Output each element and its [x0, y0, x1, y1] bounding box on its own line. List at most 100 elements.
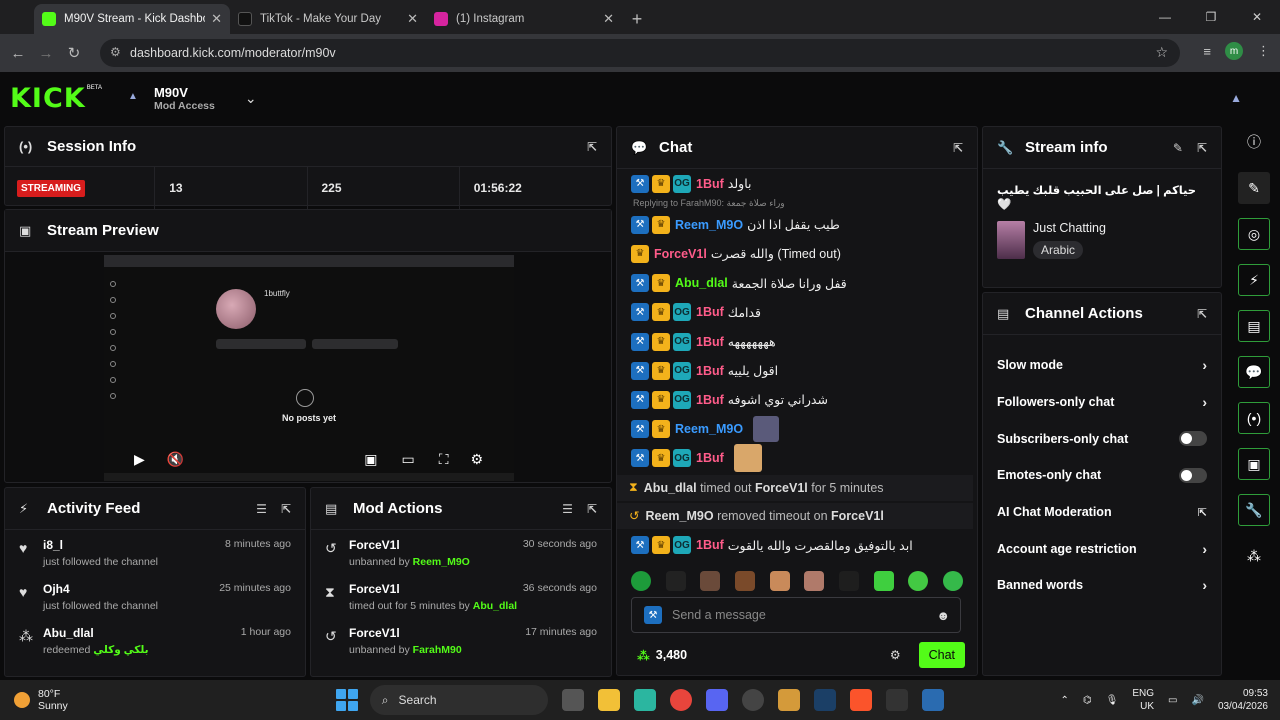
maximize-icon[interactable]: ❐ [1188, 0, 1234, 34]
language-indicator[interactable]: ENG UK [1132, 687, 1154, 713]
network-icon[interactable]: ⌬ [1083, 695, 1092, 706]
task-view-icon[interactable] [561, 689, 584, 711]
mic-icon[interactable]: 🎙 [1106, 695, 1119, 706]
tab-instagram[interactable]: (1) Instagram ✕ [426, 4, 622, 34]
emoji-icon[interactable]: ☻ [936, 608, 950, 623]
chat-username[interactable]: 1Buf [696, 451, 724, 465]
popout-icon[interactable]: ⇱ [1197, 307, 1207, 321]
filter-icon[interactable]: ☰ [256, 502, 267, 516]
chat-message[interactable]: ⚒ ♛ OG 1Buf شدراني توي اشوفه [617, 385, 973, 414]
chat-username[interactable]: 1Buf [696, 393, 724, 407]
chat-messages[interactable]: ⚒ ♛ OG 1Buf باولد Replying to FarahM90: ورا… [617, 169, 973, 557]
chat-username[interactable]: ForceV1l [654, 247, 707, 261]
emote-button[interactable] [700, 571, 721, 591]
chat-username[interactable]: 1Buf [696, 538, 724, 552]
channel-points[interactable]: ⁂ 3,480 [637, 648, 687, 663]
app-icon[interactable] [633, 689, 656, 711]
system-target[interactable]: ForceV1l [831, 509, 884, 523]
weather-widget[interactable]: 80°F Sunny [14, 688, 68, 712]
url-field[interactable]: ⚙ dashboard.kick.com/moderator/m90v ☆ [100, 39, 1180, 67]
system-actor[interactable]: Abu_dlal [644, 481, 697, 495]
popout-icon[interactable]: ⇱ [587, 502, 597, 516]
app-icon[interactable] [885, 689, 908, 711]
mod-by-user[interactable]: Abu_dlal [473, 600, 517, 612]
chat-bubble-icon[interactable]: 💬 [1238, 356, 1270, 388]
chat-username[interactable]: 1Buf [696, 177, 724, 191]
chat-message[interactable]: ⚒ ♛ OG 1Buf قدامك [617, 298, 973, 327]
emote-button[interactable] [804, 571, 825, 591]
chat-message[interactable]: ⚒ ♛ OG 1Buf ابد بالتوفيق ومالقصرت والله يال… [617, 531, 973, 557]
steam-icon[interactable] [813, 689, 836, 711]
new-tab-button[interactable]: + [622, 4, 652, 34]
back-icon[interactable]: ← [4, 45, 32, 62]
slow-mode-row[interactable]: Slow mode › [983, 347, 1221, 384]
chat-username[interactable]: Reem_M9O [675, 422, 743, 436]
activity-user[interactable]: Ojh4 [43, 582, 70, 596]
taskbar-search[interactable]: ⌕ Search [369, 685, 548, 715]
app-icon[interactable] [777, 689, 800, 711]
filter-icon[interactable]: ☰ [562, 502, 573, 516]
popout-icon[interactable]: ⇱ [953, 141, 963, 155]
camera-scan-icon[interactable]: ◎ [1238, 218, 1270, 250]
chevron-down-icon[interactable]: ⌄ [245, 90, 257, 107]
reload-icon[interactable]: ↻ [60, 44, 88, 62]
emote-verified-icon[interactable] [631, 571, 651, 591]
video-preview[interactable]: 1buttfly No posts yet ▶ 🔇 ▣ ▭ ⛶ ⚙ [104, 255, 514, 481]
brave-icon[interactable] [849, 689, 872, 711]
wrench-icon[interactable]: 🔧 [1238, 494, 1270, 526]
site-info-icon[interactable]: ⚙ [110, 45, 121, 59]
emote-button[interactable] [734, 571, 755, 591]
close-tab-icon[interactable]: ✕ [407, 11, 418, 27]
mute-icon[interactable]: 🔇 [167, 451, 184, 468]
chat-message[interactable]: ⚒ ♛ OG 1Buf باولد [617, 169, 973, 198]
tab-tiktok[interactable]: TikTok - Make Your Day ✕ [230, 4, 426, 34]
chat-message[interactable]: ⚒ ♛ OG 1Buf هههههههه [617, 327, 973, 356]
document-icon[interactable]: ▤ [1238, 310, 1270, 342]
system-target[interactable]: ForceV1l [755, 481, 808, 495]
discord-icon[interactable] [705, 689, 728, 711]
activity-user[interactable]: i8_l [43, 538, 63, 552]
emote-button[interactable] [665, 571, 686, 591]
ai-moderation-row[interactable]: AI Chat Moderation ⇱ [983, 494, 1221, 531]
forward-icon[interactable]: → [32, 45, 60, 62]
system-actor[interactable]: Reem_M9O [645, 509, 713, 523]
mod-by-user[interactable]: FarahM90 [413, 644, 462, 656]
chevron-up-icon[interactable]: ⌃ [1061, 695, 1069, 706]
emotes-only-toggle[interactable] [1179, 467, 1207, 483]
send-chat-button[interactable]: Chat [918, 642, 965, 668]
user-avatar-icon[interactable]: ▲ [1230, 91, 1242, 105]
mod-target-user[interactable]: ForceV1l [349, 582, 400, 596]
followers-only-row[interactable]: Followers-only chat › [983, 384, 1221, 421]
windows-start-icon[interactable] [335, 689, 358, 711]
chat-username[interactable]: 1Buf [696, 305, 724, 319]
bolt-icon[interactable]: ⚡ [1238, 264, 1270, 296]
tab-kick[interactable]: M90V Stream - Kick Dashboard ✕ [34, 4, 230, 34]
emote-button[interactable] [838, 571, 859, 591]
emote-button[interactable] [873, 571, 894, 591]
broadcast-icon[interactable]: (•) [1238, 402, 1270, 434]
obs-icon[interactable] [741, 689, 764, 711]
volume-icon[interactable]: 🔊 [1191, 695, 1203, 706]
chat-message[interactable]: ⚒ ♛ OG 1Buf [617, 444, 973, 473]
chrome-icon[interactable] [669, 689, 692, 711]
close-window-icon[interactable]: ✕ [1234, 0, 1280, 34]
profile-avatar[interactable]: m [1225, 42, 1243, 60]
display-icon[interactable]: ▭ [1168, 695, 1177, 706]
minimize-icon[interactable]: — [1142, 0, 1188, 34]
chat-message[interactable]: ⚒ ♛ Abu_dlal قفل ورانا صلاة الجمعة [617, 269, 973, 298]
close-tab-icon[interactable]: ✕ [211, 11, 222, 27]
account-age-row[interactable]: Account age restriction › [983, 530, 1221, 567]
chat-settings-icon[interactable]: ⚙ [890, 648, 901, 662]
chat-message[interactable]: ⚒ ♛ Reem_M9O طيب يقفل اذا اذن [617, 210, 973, 239]
mod-target-user[interactable]: ForceV1l [349, 626, 400, 640]
chat-username[interactable]: 1Buf [696, 364, 724, 378]
kick-logo[interactable]: KICK [10, 83, 86, 114]
fullscreen-icon[interactable]: ⛶ [439, 451, 449, 468]
menu-icon[interactable]: ⋮ [1257, 43, 1270, 59]
chat-message[interactable]: ⚒ ♛ OG 1Buf اقول يلييه [617, 356, 973, 385]
clock[interactable]: 09:53 03/04/2026 [1218, 687, 1268, 713]
points-icon[interactable]: ⁂ [1238, 540, 1270, 572]
mod-target-user[interactable]: ForceV1l [349, 538, 400, 552]
edit-icon[interactable]: ✎ [1173, 141, 1183, 155]
settings-icon[interactable]: ⚙ [471, 451, 484, 468]
